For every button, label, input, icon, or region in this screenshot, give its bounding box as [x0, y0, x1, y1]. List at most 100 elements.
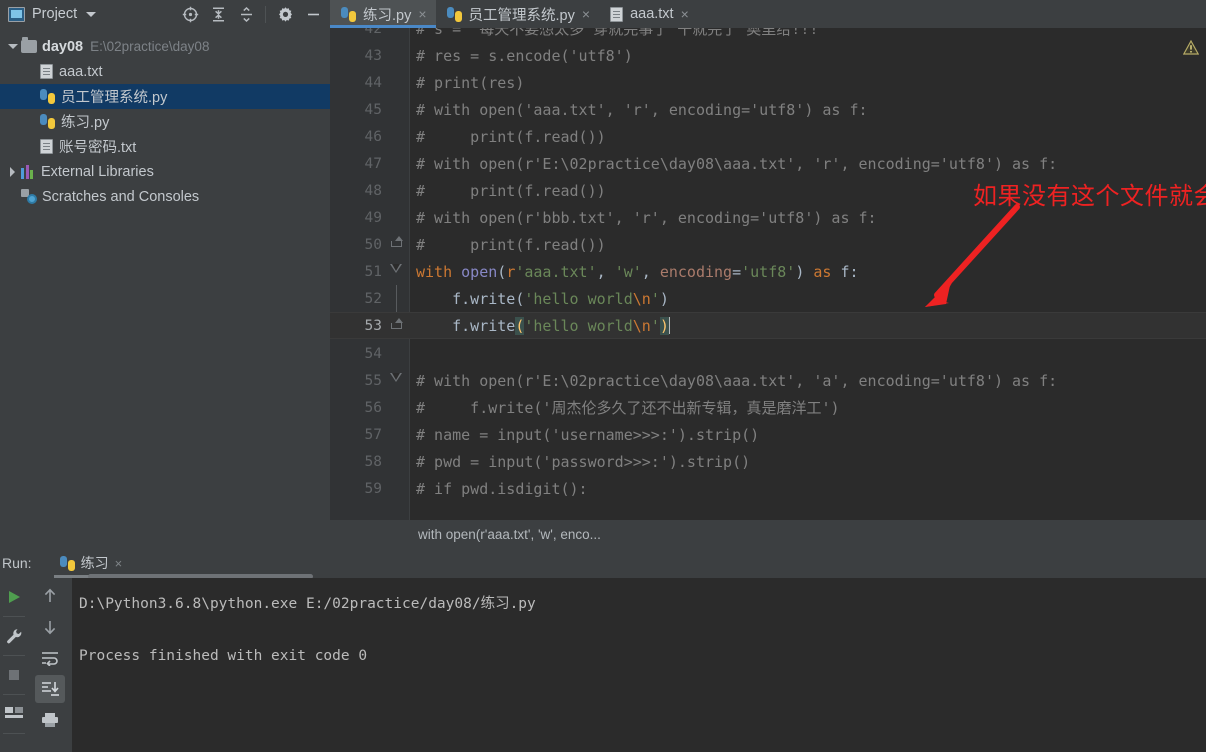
line-text: # with open(r'E:\02practice\day08\aaa.tx…	[416, 371, 1058, 390]
soft-wrap-icon[interactable]	[35, 644, 65, 672]
breadcrumb: with open(r'aaa.txt', 'w', enco...	[330, 520, 1206, 548]
fold-column	[382, 204, 410, 231]
code-line[interactable]: 58 # pwd = input('password>>>:').strip()	[330, 448, 1206, 475]
tab-label: aaa.txt	[630, 6, 674, 22]
fold-column	[382, 394, 410, 421]
arrow-up-icon[interactable]	[35, 582, 65, 610]
fold-column	[382, 231, 410, 258]
tree-item-label: 练习.py	[61, 115, 110, 131]
code-line[interactable]: 55 # with open(r'E:\02practice\day08\aaa…	[330, 367, 1206, 394]
python-file-icon	[40, 89, 55, 104]
line-text: # name = input('username>>>:').strip()	[416, 425, 760, 444]
tree-item-label: 员工管理系统.py	[61, 90, 168, 106]
layout-icon[interactable]	[0, 695, 28, 733]
tree-item-day08[interactable]: day08 E:\02practice\day08	[0, 34, 330, 59]
fold-end-icon[interactable]	[391, 236, 403, 247]
python-file-icon	[40, 114, 55, 129]
line-text: # f.write('周杰伦多久了还不出新专辑，真是磨洋工')	[416, 399, 840, 418]
code-line[interactable]: 50 # print(f.read())	[330, 231, 1206, 258]
python-file-icon	[59, 555, 75, 571]
line-number: 59	[364, 480, 382, 497]
close-icon[interactable]: ×	[582, 7, 590, 21]
run-icon[interactable]	[0, 578, 28, 616]
tab-yuangong-guanli-xitong-py[interactable]: 员工管理系统.py ×	[436, 0, 600, 28]
tree-item-yuangong-guanli-xitong-py[interactable]: 员工管理系统.py	[0, 84, 330, 109]
fold-column	[382, 258, 410, 285]
minimize-icon[interactable]	[300, 2, 326, 26]
line-text-styled: f.write('hello world\n')	[416, 316, 671, 335]
code-line[interactable]: 49 # with open(r'bbb.txt', 'r', encoding…	[330, 204, 1206, 231]
code-line[interactable]: 59 # if pwd.isdigit():	[330, 475, 1206, 502]
tree-item-label: External Libraries	[41, 163, 154, 180]
code-line[interactable]: 51 with open(r'aaa.txt', 'w', encoding='…	[330, 258, 1206, 285]
close-icon[interactable]: ×	[418, 7, 426, 21]
fold-end-icon[interactable]	[391, 318, 403, 329]
code-area[interactable]: 42 # s = '每天不要想太多 穿就完事了 干就完了 奥里给!!!' 43 …	[330, 28, 1206, 520]
python-file-icon	[341, 6, 356, 22]
code-editor[interactable]: 42 # s = '每天不要想太多 穿就完事了 干就完了 奥里给!!!' 43 …	[330, 28, 1206, 520]
tree-item-external-libraries[interactable]: External Libraries	[0, 159, 330, 184]
console-line: Process finished with exit code 0	[79, 648, 368, 664]
line-number: 43	[364, 47, 382, 64]
line-number: 54	[364, 345, 382, 362]
run-left-rail	[0, 578, 28, 752]
fold-column	[382, 475, 410, 502]
line-text: # with open(r'E:\02practice\day08\aaa.tx…	[416, 154, 1058, 173]
tree-item-scratches-and-consoles[interactable]: Scratches and Consoles	[0, 184, 330, 209]
fold-column	[382, 367, 410, 394]
code-line[interactable]: 52 f.write('hello world\n')	[330, 285, 1206, 313]
settings-gear-icon[interactable]	[272, 2, 298, 26]
fold-collapse-icon[interactable]	[390, 373, 402, 382]
console-output[interactable]: D:\Python3.6.8\python.exe E:/02practice/…	[72, 578, 1206, 752]
code-line[interactable]: 44 # print(res)	[330, 69, 1206, 96]
stop-icon[interactable]	[0, 656, 28, 694]
expand-all-icon[interactable]	[205, 2, 231, 26]
tree-item-lianxi-py[interactable]: 练习.py	[0, 109, 330, 134]
fold-collapse-icon[interactable]	[390, 264, 402, 273]
code-line[interactable]: 57 # name = input('username>>>:').strip(…	[330, 421, 1206, 448]
close-icon[interactable]: ×	[115, 556, 123, 571]
print-icon[interactable]	[35, 706, 65, 734]
code-line[interactable]: 54	[330, 340, 1206, 367]
run-label: Run:	[2, 555, 32, 571]
code-line[interactable]: 56 # f.write('周杰伦多久了还不出新专辑，真是磨洋工')	[330, 394, 1206, 421]
code-line[interactable]: 42 # s = '每天不要想太多 穿就完事了 干就完了 奥里给!!!'	[330, 28, 1206, 42]
arrow-down-icon[interactable]	[35, 613, 65, 641]
fold-column	[382, 42, 410, 69]
code-line[interactable]: 47 # with open(r'E:\02practice\day08\aaa…	[330, 150, 1206, 177]
tree-item-zhanghao-mima-txt[interactable]: 账号密码.txt	[0, 134, 330, 159]
tab-aaa-txt[interactable]: aaa.txt ×	[599, 0, 698, 28]
fold-column	[382, 421, 410, 448]
code-line[interactable]: 43 # res = s.encode('utf8')	[330, 42, 1206, 69]
locate-icon[interactable]	[177, 2, 203, 26]
folder-icon	[21, 37, 37, 53]
tab-lianxi-py[interactable]: 练习.py ×	[330, 0, 436, 28]
scroll-to-end-icon[interactable]	[35, 675, 65, 703]
line-number: 44	[364, 74, 382, 91]
code-line-current[interactable]: 53 f.write('hello world\n')	[330, 312, 1206, 340]
code-line[interactable]: 46 # print(f.read())	[330, 123, 1206, 150]
line-number: 46	[364, 128, 382, 145]
tree-item-aaa-txt[interactable]: aaa.txt	[0, 59, 330, 84]
line-number: 56	[364, 399, 382, 416]
close-icon[interactable]: ×	[681, 7, 689, 21]
warning-triangle-icon[interactable]	[1182, 39, 1200, 55]
tree-item-path: E:\02practice\day08	[90, 39, 210, 54]
collapse-all-icon[interactable]	[233, 2, 259, 26]
line-number: 51	[364, 263, 382, 280]
line-text: # pwd = input('password>>>:').strip()	[416, 452, 751, 471]
line-number: 57	[364, 426, 382, 443]
wrench-icon[interactable]	[0, 617, 28, 655]
tree-item-label: 账号密码.txt	[59, 140, 137, 156]
chevron-down-icon[interactable]	[86, 11, 97, 17]
run-tab-label: 练习	[80, 555, 109, 571]
code-line[interactable]: 48 # print(f.read())	[330, 177, 1206, 204]
chevron-right-icon[interactable]	[6, 165, 19, 178]
chevron-down-icon[interactable]	[6, 40, 19, 53]
fold-line	[396, 285, 397, 313]
line-text: # s = '每天不要想太多 穿就完事了 干就完了 奥里给!!!'	[416, 28, 828, 39]
line-number: 55	[364, 372, 382, 389]
code-line[interactable]: 45 # with open('aaa.txt', 'r', encoding=…	[330, 96, 1206, 123]
text-cursor	[668, 316, 671, 334]
